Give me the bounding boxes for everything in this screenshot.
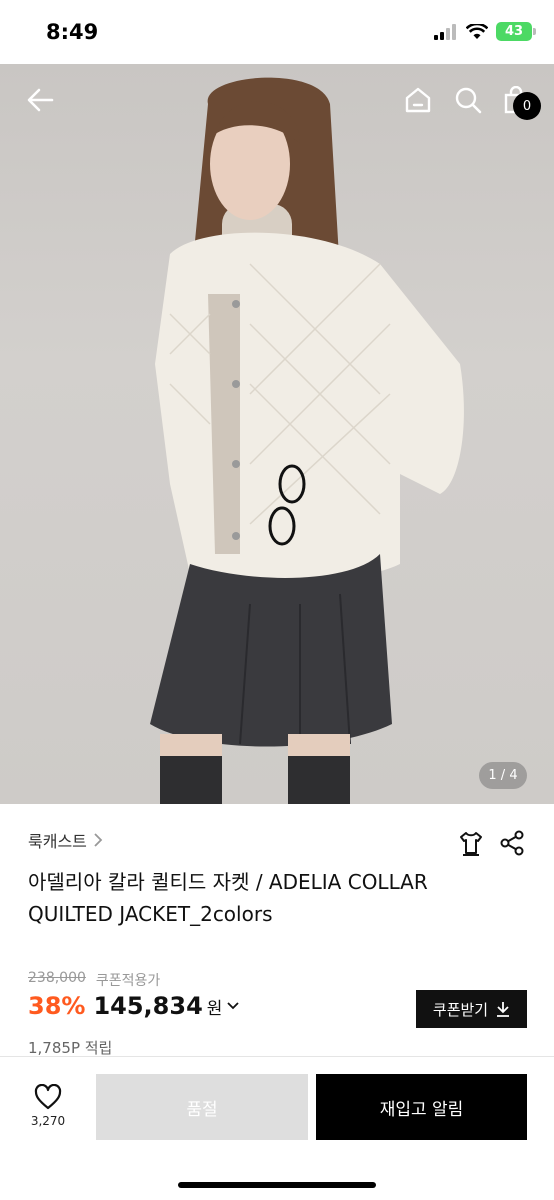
outfit-button[interactable] — [454, 826, 488, 860]
brand-link[interactable]: 룩캐스트 — [28, 828, 103, 852]
download-icon — [497, 1002, 510, 1017]
discount-rate: 38% — [28, 992, 86, 1020]
home-button[interactable] — [398, 80, 438, 120]
coupon-button-label: 쿠폰받기 — [432, 1000, 489, 1019]
soldout-button: 품절 — [96, 1074, 308, 1140]
cart-count-badge: 0 — [513, 92, 541, 120]
product-photo — [150, 77, 464, 804]
back-arrow-icon — [27, 88, 54, 112]
battery-icon: 43 — [496, 22, 536, 41]
status-bar: 8:49 43 — [0, 0, 554, 64]
image-page-indicator: 1 / 4 — [479, 762, 527, 789]
home-icon — [405, 87, 431, 113]
share-button[interactable] — [495, 826, 529, 860]
status-icons: 43 — [434, 22, 536, 41]
coupon-price-label: 쿠폰적용가 — [95, 973, 161, 989]
status-time: 8:49 — [46, 20, 99, 44]
heart-icon — [34, 1084, 62, 1110]
wifi-icon — [466, 23, 488, 39]
shirt-icon — [460, 832, 482, 856]
like-button[interactable]: 3,270 — [22, 1084, 74, 1136]
chevron-right-icon — [94, 833, 103, 847]
restock-alert-button[interactable]: 재입고 알림 — [316, 1074, 527, 1140]
share-icon — [500, 830, 524, 856]
search-button[interactable] — [448, 80, 488, 120]
back-button[interactable] — [20, 80, 60, 120]
home-indicator — [178, 1182, 376, 1188]
currency-unit: 원 — [206, 998, 223, 1019]
coupon-download-button[interactable]: 쿠폰받기 — [416, 990, 527, 1028]
product-image[interactable]: 1 / 4 — [0, 64, 554, 804]
search-icon — [455, 87, 482, 114]
points-earned: 1,785P 적립 — [28, 1039, 113, 1057]
sale-price: 145,834 — [93, 992, 203, 1020]
original-price-row: 238,000 쿠폰적용가 — [28, 970, 160, 990]
signal-icon — [434, 23, 456, 40]
like-count: 3,270 — [30, 1114, 66, 1128]
price-row[interactable]: 38% 145,834 원 — [28, 992, 240, 1020]
original-price: 238,000 — [28, 970, 86, 986]
product-title: 아델리아 칼라 퀼티드 자켓 / ADELIA COLLAR QUILTED J… — [28, 870, 428, 926]
brand-name: 룩캐스트 — [28, 832, 87, 851]
chevron-down-icon[interactable] — [226, 1001, 240, 1011]
